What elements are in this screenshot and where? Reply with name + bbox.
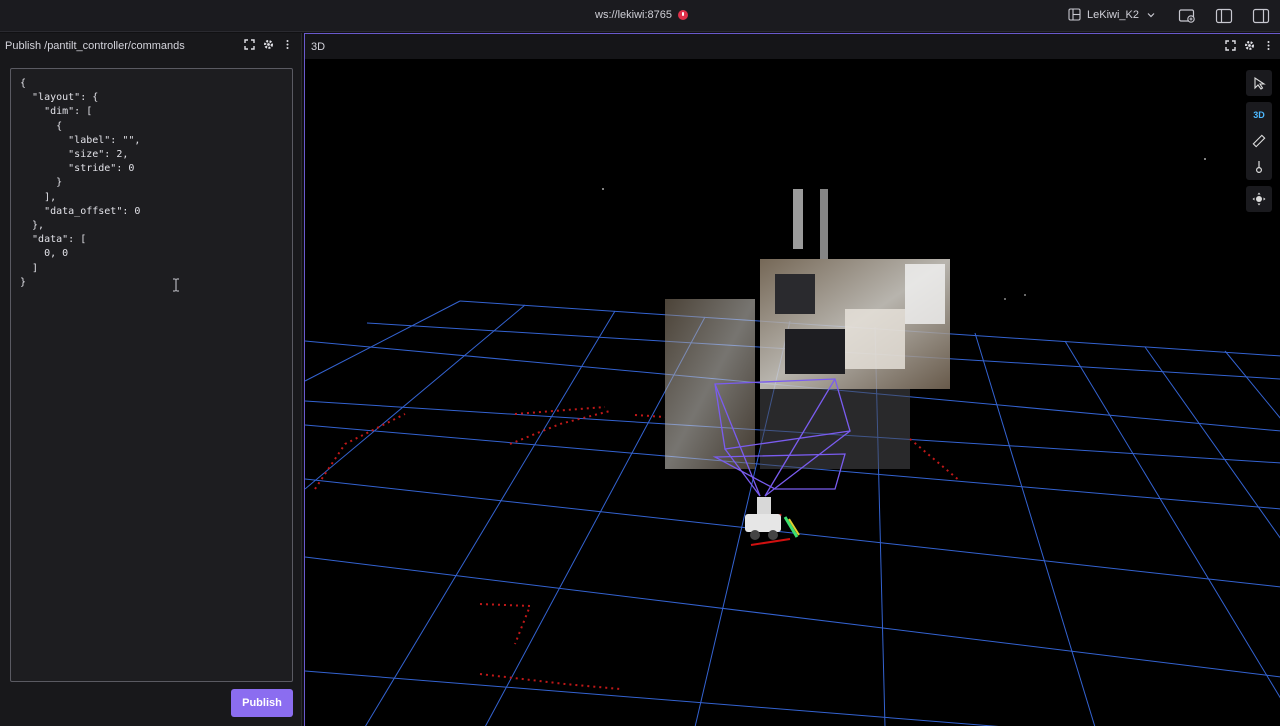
- layout-selector[interactable]: LeKiwi_K2: [1068, 8, 1157, 21]
- 3d-viewport[interactable]: [305, 59, 1280, 726]
- connection-url: ws://lekiwi:8765: [595, 9, 673, 21]
- top-bar: ws://lekiwi:8765 LeKiwi_K2: [0, 0, 1280, 32]
- panel-header: Publish /pantilt_controller/commands: [0, 33, 301, 58]
- 3d-view-toggle[interactable]: 3D: [1246, 102, 1272, 128]
- more-vertical-icon[interactable]: [1263, 40, 1274, 51]
- robot-model: [745, 497, 800, 546]
- publish-button[interactable]: Publish: [231, 689, 293, 717]
- connection-error-icon[interactable]: [678, 10, 689, 20]
- layout-icon: [1068, 8, 1081, 21]
- ruler-icon[interactable]: [1246, 128, 1272, 154]
- recenter-icon[interactable]: [1246, 186, 1272, 212]
- tool-group: 3D: [1246, 102, 1272, 180]
- 3d-panel: 3D 3D: [304, 33, 1280, 726]
- text-cursor-icon: [173, 278, 179, 292]
- viewport-toolbar: 3D: [1246, 70, 1272, 212]
- gear-icon[interactable]: [1244, 40, 1255, 51]
- message-editor[interactable]: { "layout": { "dim": [ { "label": "", "s…: [10, 68, 293, 682]
- panel-header: 3D: [305, 34, 1280, 59]
- right-sidebar-toggle-icon[interactable]: [1252, 7, 1270, 25]
- message-json[interactable]: { "layout": { "dim": [ { "label": "", "s…: [20, 77, 283, 290]
- fullscreen-icon[interactable]: [244, 39, 255, 50]
- fullscreen-icon[interactable]: [1225, 40, 1236, 51]
- left-sidebar-toggle-icon[interactable]: [1215, 7, 1233, 25]
- chevron-down-icon: [1147, 12, 1155, 17]
- point-cloud: [602, 158, 1206, 469]
- publish-panel: Publish /pantilt_controller/commands { "…: [0, 33, 302, 726]
- connection-status[interactable]: ws://lekiwi:8765: [595, 9, 689, 21]
- gear-icon[interactable]: [263, 39, 274, 50]
- panel-title: Publish /pantilt_controller/commands: [5, 39, 185, 52]
- select-icon[interactable]: [1246, 70, 1272, 96]
- app-menu-icon[interactable]: [1178, 7, 1196, 25]
- more-vertical-icon[interactable]: [282, 39, 293, 50]
- publish-point-icon[interactable]: [1246, 154, 1272, 180]
- layout-name: LeKiwi_K2: [1087, 8, 1139, 21]
- panel-title: 3D: [311, 40, 326, 53]
